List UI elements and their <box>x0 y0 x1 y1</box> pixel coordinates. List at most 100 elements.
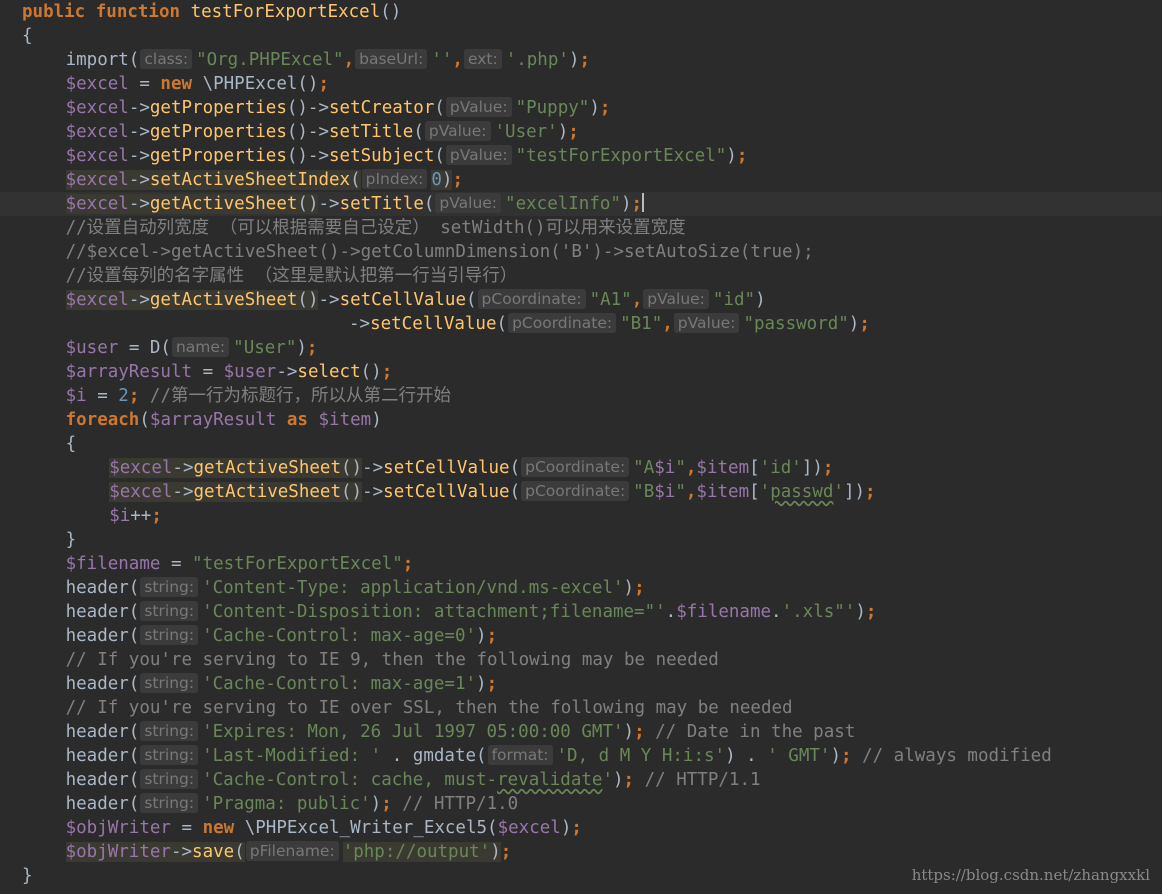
code-token: ( <box>466 290 477 310</box>
code-line[interactable]: $excel->getProperties()->setCreator(pVal… <box>0 96 1162 120</box>
code-token: -> <box>318 194 340 214</box>
code-token: revalidate <box>497 770 603 790</box>
code-token: ( <box>413 122 424 142</box>
code-token: "Org.PHPExcel" <box>196 50 344 70</box>
code-token: = <box>192 362 224 382</box>
parameter-hint: string: <box>140 793 199 813</box>
code-token: ) <box>557 122 569 142</box>
code-token: ) <box>560 818 572 838</box>
code-token: getProperties <box>149 146 287 166</box>
code-token: ( <box>234 842 245 862</box>
code-line[interactable]: } <box>0 528 1162 552</box>
code-token: ; <box>128 386 150 406</box>
code-line[interactable]: foreach($arrayResult as $item) <box>0 408 1162 432</box>
code-token: ; <box>486 674 498 694</box>
code-token: $i <box>654 482 676 502</box>
code-line[interactable]: // If you're serving to IE 9, then the f… <box>0 648 1162 672</box>
code-editor[interactable]: public function testForExportExcel(){imp… <box>0 0 1162 894</box>
code-line[interactable]: $i = 2; //第一行为标题行，所以从第二行开始 <box>0 384 1162 408</box>
code-token: 'Content-Type: application/vnd.ms-excel' <box>202 578 624 598</box>
code-line[interactable]: $arrayResult = $user->select(); <box>0 360 1162 384</box>
code-line[interactable]: { <box>0 24 1162 48</box>
code-line[interactable]: header(string: 'Content-Type: application… <box>0 576 1162 600</box>
code-token: setActiveSheetIndex <box>149 170 351 190</box>
code-line[interactable]: $excel->getActiveSheet()->setCellValue(p… <box>0 456 1162 480</box>
parameter-hint: ext: <box>463 49 502 69</box>
code-token: ) <box>613 770 624 790</box>
code-line[interactable]: public function testForExportExcel() <box>0 0 1162 24</box>
code-token: setCreator <box>329 98 435 118</box>
code-token: "A1" <box>589 290 632 310</box>
code-token: ) <box>370 794 382 814</box>
code-token: // If you're serving to IE 9, then the f… <box>65 650 719 670</box>
code-token: new <box>160 74 203 94</box>
parameter-hint: string: <box>140 673 199 693</box>
code-token: , <box>343 50 355 70</box>
code-line[interactable]: { <box>0 432 1162 456</box>
code-line[interactable]: header(string: 'Last-Modified: ' . gmdate… <box>0 744 1162 768</box>
code-line[interactable]: $excel->getActiveSheet()->setTitle(pValu… <box>0 192 1162 216</box>
parameter-hint: baseUrl: <box>355 49 428 69</box>
code-token: passwd <box>770 482 834 502</box>
code-token: import( <box>65 50 140 70</box>
code-line[interactable]: $objWriter->save(pFilename:'php://output… <box>0 840 1162 864</box>
code-token: setTitle <box>339 194 424 214</box>
code-token: setTitle <box>329 122 414 142</box>
text-caret <box>642 193 645 212</box>
code-token: 'php://output' <box>342 842 491 862</box>
code-token: ) <box>441 170 453 190</box>
code-line[interactable]: $excel->getActiveSheet()->setCellValue(p… <box>0 288 1162 312</box>
code-token: //$excel->getActiveSheet()->getColumnDim… <box>65 242 814 262</box>
code-token: //设置每列的名字属性 （这里是默认把第一行当引导行） <box>65 266 518 286</box>
code-token: $excel <box>65 170 129 190</box>
code-token: ( <box>423 194 435 214</box>
parameter-hint: pCoordinate: <box>521 481 630 501</box>
code-token: 'User' <box>494 122 558 142</box>
code-token: -> <box>128 98 150 118</box>
code-line[interactable]: ->setCellValue(pCoordinate: "B1", pValue: "… <box>0 312 1162 336</box>
code-token: getActiveSheet <box>149 194 298 214</box>
code-line[interactable]: //设置每列的名字属性 （这里是默认把第一行当引导行） <box>0 264 1162 288</box>
code-line[interactable]: $i++; <box>0 504 1162 528</box>
code-token: () <box>297 194 319 214</box>
code-line[interactable]: $excel->getActiveSheet()->setCellValue(p… <box>0 480 1162 504</box>
code-token: $excel <box>497 818 561 838</box>
code-line[interactable]: $excel = new \PHPExcel(); <box>0 72 1162 96</box>
code-token: // HTTP/1.0 <box>402 794 519 814</box>
code-token: "excelInfo" <box>505 194 621 214</box>
code-line[interactable]: $excel->getProperties()->setSubject(pVal… <box>0 144 1162 168</box>
code-token: -> <box>362 482 384 502</box>
code-token: " <box>675 458 686 478</box>
code-token: ( <box>509 458 521 478</box>
code-line[interactable]: //设置自动列宽度 （可以根据需要自己设定） setWidth()可以用来设置宽… <box>0 216 1162 240</box>
code-line[interactable]: $objWriter = new \PHPExcel_Writer_Excel5… <box>0 816 1162 840</box>
code-line[interactable]: header(string: 'Expires: Mon, 26 Jul 1997… <box>0 720 1162 744</box>
code-line[interactable]: header(string: 'Content-Disposition: atta… <box>0 600 1162 624</box>
code-line[interactable]: header(string: 'Pragma: public'); // HTTP… <box>0 792 1162 816</box>
code-token: ) <box>476 674 487 694</box>
code-token: header( <box>65 746 140 766</box>
parameter-hint: string: <box>140 601 199 621</box>
code-token: $item <box>696 458 750 478</box>
code-token: $i <box>65 386 87 406</box>
code-line[interactable]: header(string: 'Cache-Control: max-age=0'… <box>0 624 1162 648</box>
code-line[interactable]: import(class: "Org.PHPExcel", baseUrl: '', e… <box>0 48 1162 72</box>
code-token: ; <box>841 746 863 766</box>
code-token: -> <box>128 170 150 190</box>
code-token: $i <box>654 458 676 478</box>
parameter-hint: pValue: <box>445 97 512 117</box>
code-token: "id" <box>712 290 756 310</box>
code-line[interactable]: header(string: 'Cache-Control: max-age=1'… <box>0 672 1162 696</box>
code-token: = <box>170 818 203 838</box>
code-line[interactable]: $excel->setActiveSheetIndex(pIndex: 0); <box>0 168 1162 192</box>
code-line[interactable]: header(string: 'Cache-Control: cache, mus… <box>0 768 1162 792</box>
code-token: ; <box>318 74 330 94</box>
code-line[interactable]: // If you're serving to IE over SSL, the… <box>0 696 1162 720</box>
code-token: ; <box>634 578 645 598</box>
code-line[interactable]: //$excel->getActiveSheet()->getColumnDim… <box>0 240 1162 264</box>
code-line[interactable]: $filename = "testForExportExcel"; <box>0 552 1162 576</box>
code-line[interactable]: $excel->getProperties()->setTitle(pValue… <box>0 120 1162 144</box>
code-token: 'Pragma: public' <box>202 794 371 814</box>
code-token: ; <box>634 722 656 742</box>
code-line[interactable]: $user = D(name: "User"); <box>0 336 1162 360</box>
